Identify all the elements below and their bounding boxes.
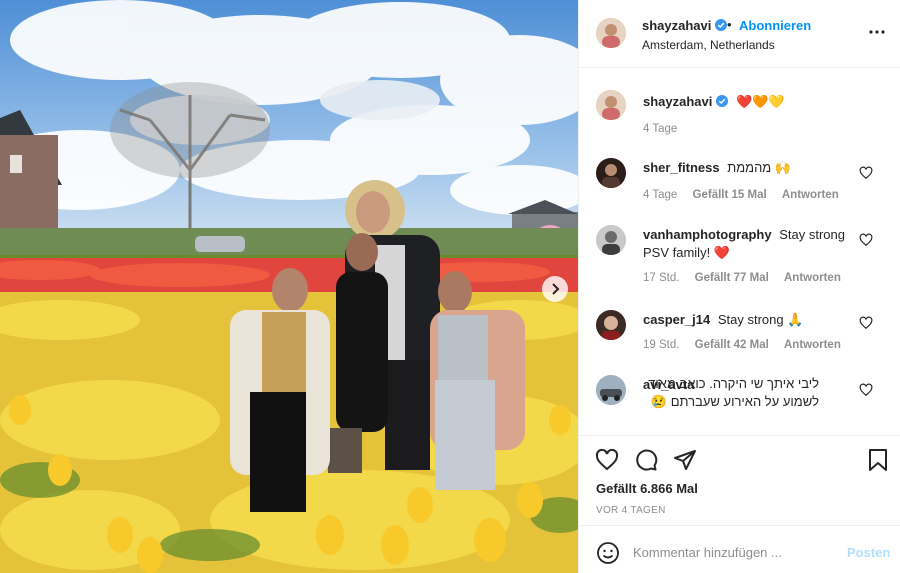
comment-username[interactable]: casper_j14	[643, 312, 710, 327]
separator-dot: •	[727, 17, 732, 32]
heart-icon[interactable]	[595, 448, 619, 472]
comment-like-heart-icon[interactable]	[859, 383, 873, 397]
comment-text: Stay strong 🙏	[717, 312, 804, 327]
avatar[interactable]	[596, 310, 626, 340]
caption-meta: 4 Tage	[643, 123, 689, 135]
caption-username[interactable]: shayzahavi	[643, 94, 729, 109]
post-actions: Gefällt 6.866 Mal VOR 4 TAGEN	[579, 435, 900, 535]
post-photo[interactable]	[0, 0, 578, 573]
comment-username[interactable]: vanhamphotography	[643, 227, 772, 242]
next-photo-button[interactable]	[542, 276, 568, 302]
comment-time[interactable]: 17 Std.	[643, 272, 679, 284]
emoji-icon[interactable]	[596, 541, 620, 565]
comment-likes[interactable]: Gefällt 77 Mal	[695, 272, 769, 284]
chevron-right-icon	[552, 283, 560, 295]
tulip-field-family-photo	[0, 0, 578, 573]
follow-button[interactable]: Abonnieren	[739, 18, 811, 33]
comment-likes[interactable]: Gefällt 42 Mal	[695, 339, 769, 351]
comment-username[interactable]: sher_fitness	[643, 160, 720, 175]
verified-badge-icon	[715, 19, 728, 31]
avatar[interactable]	[596, 225, 626, 255]
caption-text: ❤️🧡💛	[736, 94, 785, 109]
post-date[interactable]: VOR 4 TAGEN	[596, 505, 666, 516]
author-username[interactable]: shayzahavi	[642, 18, 728, 33]
comment-icon[interactable]	[634, 448, 658, 472]
add-comment-bar: Posten	[579, 525, 900, 573]
share-icon[interactable]	[673, 448, 697, 472]
comment-meta: 4 Tage Gefällt 15 Mal Antworten	[643, 189, 851, 201]
avatar[interactable]	[596, 158, 626, 188]
comment-like-heart-icon[interactable]	[859, 166, 873, 180]
post-comment-button[interactable]: Posten	[847, 545, 890, 560]
comment-time[interactable]: 19 Std.	[643, 339, 679, 351]
comment-text: ליבי איתך שי היקרה. כואב מאוד לשמוע על ה…	[648, 376, 819, 409]
post-header: shayzahavi • Abonnieren Amsterdam, Nethe…	[579, 0, 900, 68]
comment-meta: 17 Std. Gefällt 77 Mal Antworten	[643, 272, 853, 284]
caption-time[interactable]: 4 Tage	[643, 123, 677, 135]
avatar[interactable]	[596, 18, 626, 48]
comment-text: מהממת 🙌	[727, 160, 792, 175]
comment-likes[interactable]: Gefällt 15 Mal	[693, 189, 767, 201]
reply-button[interactable]: Antworten	[784, 272, 841, 284]
reply-button[interactable]: Antworten	[782, 189, 839, 201]
verified-badge-icon	[716, 95, 729, 107]
post-location[interactable]: Amsterdam, Netherlands	[642, 38, 775, 52]
avatar[interactable]	[596, 90, 626, 120]
comment-input[interactable]	[633, 540, 833, 564]
post-likes-count[interactable]: Gefällt 6.866 Mal	[596, 481, 698, 496]
comment-time[interactable]: 4 Tage	[643, 189, 677, 201]
bookmark-icon[interactable]	[866, 448, 890, 472]
post-details-panel: shayzahavi • Abonnieren Amsterdam, Nethe…	[578, 0, 900, 573]
comment-like-heart-icon[interactable]	[859, 316, 873, 330]
reply-button[interactable]: Antworten	[784, 339, 841, 351]
more-options-icon[interactable]	[867, 24, 887, 40]
comment-like-heart-icon[interactable]	[859, 233, 873, 247]
comment-meta: 19 Std. Gefällt 42 Mal Antworten	[643, 339, 853, 351]
avatar[interactable]	[596, 375, 626, 405]
